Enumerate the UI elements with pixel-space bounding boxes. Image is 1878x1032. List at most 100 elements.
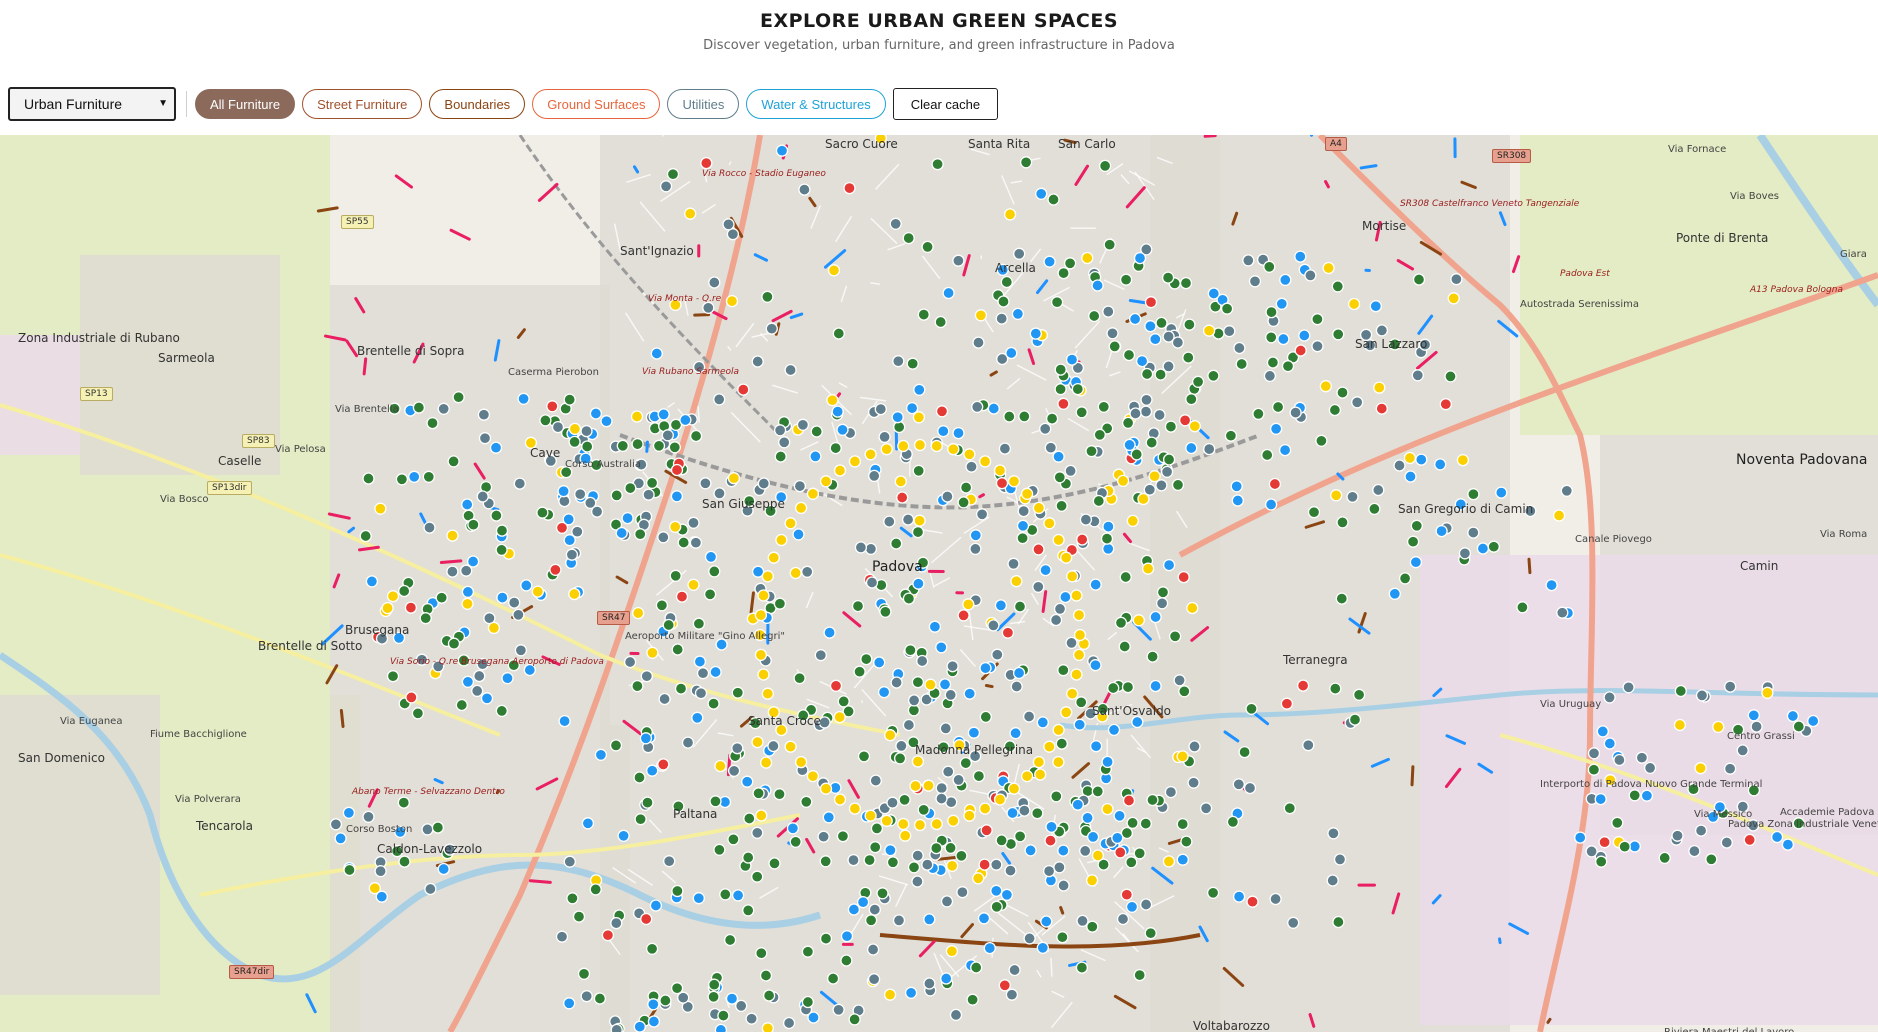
furniture-marker (754, 648, 768, 662)
furniture-marker (759, 969, 773, 982)
furniture-marker (386, 670, 400, 683)
furniture-marker (1252, 407, 1265, 421)
filter-utilities[interactable]: Utilities (667, 89, 740, 119)
furniture-marker (1153, 408, 1166, 422)
furniture-marker (1409, 556, 1423, 569)
furniture-marker (1063, 257, 1077, 270)
furniture-marker (1050, 296, 1064, 309)
map-label: Santa Croce (748, 714, 821, 728)
furniture-marker (668, 441, 681, 454)
filter-water-structures[interactable]: Water & Structures (746, 89, 886, 119)
furniture-marker (1052, 450, 1065, 463)
clear-cache-button[interactable]: Clear cache (892, 88, 999, 120)
furniture-marker (633, 771, 646, 784)
map-label: San Giuseppe (702, 497, 785, 511)
furniture-marker (1315, 434, 1328, 447)
furniture-segment (394, 174, 413, 189)
furniture-marker (1280, 697, 1294, 710)
furniture-marker (902, 231, 915, 245)
furniture-marker (1040, 915, 1053, 928)
map-label: Brusegana (345, 623, 410, 637)
furniture-marker (555, 521, 569, 534)
furniture-marker (1694, 762, 1707, 775)
furniture-marker (1023, 932, 1036, 945)
furniture-marker (1053, 471, 1066, 484)
furniture-marker (906, 357, 919, 370)
furniture-marker (1552, 509, 1566, 522)
furniture-marker (1140, 367, 1154, 381)
furniture-marker (966, 993, 979, 1006)
furniture-marker (615, 526, 628, 540)
furniture-marker (1008, 963, 1021, 977)
map-label: San Carlo (1058, 137, 1116, 151)
map-label: Via Boves (1730, 191, 1779, 202)
furniture-marker (616, 439, 629, 452)
furniture-marker (490, 509, 503, 522)
furniture-marker (1671, 829, 1684, 842)
furniture-marker (784, 740, 797, 753)
furniture-marker (1056, 931, 1069, 944)
filter-ground-surfaces[interactable]: Ground Surfaces (532, 89, 661, 119)
category-select[interactable]: Urban Furniture ▼ (8, 87, 176, 121)
furniture-segment (362, 357, 368, 376)
furniture-marker (1123, 438, 1136, 452)
furniture-marker (921, 240, 934, 254)
map-label: Via Uruguay (1540, 699, 1602, 710)
furniture-marker (864, 542, 878, 556)
furniture-marker (1265, 331, 1278, 344)
furniture-marker (435, 591, 448, 604)
furniture-marker (923, 913, 936, 926)
furniture-marker (809, 450, 822, 463)
furniture-marker (1162, 558, 1176, 572)
furniture-marker (408, 470, 421, 483)
furniture-marker (878, 430, 891, 444)
furniture-marker (959, 756, 972, 770)
furniture-marker (957, 496, 970, 509)
furniture-marker (1137, 492, 1150, 506)
furniture-marker (773, 788, 786, 801)
furniture-marker (959, 481, 973, 494)
furniture-marker (990, 884, 1003, 897)
furniture-marker (421, 823, 434, 836)
map-label: Cave (530, 446, 561, 460)
furniture-marker (508, 596, 521, 609)
furniture-marker (869, 841, 882, 854)
furniture-marker (714, 1023, 728, 1032)
furniture-marker (1111, 831, 1124, 845)
furniture-marker (1039, 563, 1052, 577)
furniture-marker (1743, 833, 1756, 847)
furniture-marker (397, 796, 410, 809)
map-label: Brentelle di Sotto (258, 639, 363, 653)
furniture-marker (833, 793, 847, 806)
furniture-marker (1233, 341, 1246, 355)
furniture-marker (742, 851, 755, 864)
furniture-marker (1088, 309, 1101, 323)
furniture-marker (894, 475, 907, 488)
filter-boundaries[interactable]: Boundaries (429, 89, 526, 119)
furniture-marker (691, 711, 704, 724)
furniture-marker (589, 883, 602, 896)
furniture-marker (1411, 369, 1424, 382)
map-label: SR308 Castelfranco Veneto Tangenziale (1400, 199, 1580, 209)
furniture-marker (798, 183, 811, 196)
furniture-marker (1447, 292, 1460, 305)
furniture-marker (1145, 436, 1158, 449)
furniture-segment (1546, 1017, 1552, 1024)
furniture-marker (1073, 718, 1086, 731)
furniture-marker (978, 858, 991, 871)
furniture-marker (1133, 968, 1146, 982)
furniture-marker (489, 441, 503, 454)
furniture-marker (1071, 382, 1084, 396)
furniture-marker (761, 290, 774, 303)
furniture-marker (934, 315, 947, 329)
filter-all-furniture[interactable]: All Furniture (195, 89, 296, 119)
map-label: Padova Zona Industriale Venete (1728, 819, 1878, 830)
furniture-marker (1005, 346, 1018, 360)
filter-street-furniture[interactable]: Street Furniture (302, 89, 423, 119)
furniture-marker (1133, 847, 1146, 860)
furniture-marker (942, 765, 955, 778)
map-view[interactable]: Padova Noventa Padovana Sarmeola Zona Indus… (0, 135, 1878, 1032)
furniture-marker (911, 676, 925, 689)
furniture-marker (956, 886, 969, 899)
furniture-marker (1178, 414, 1192, 427)
